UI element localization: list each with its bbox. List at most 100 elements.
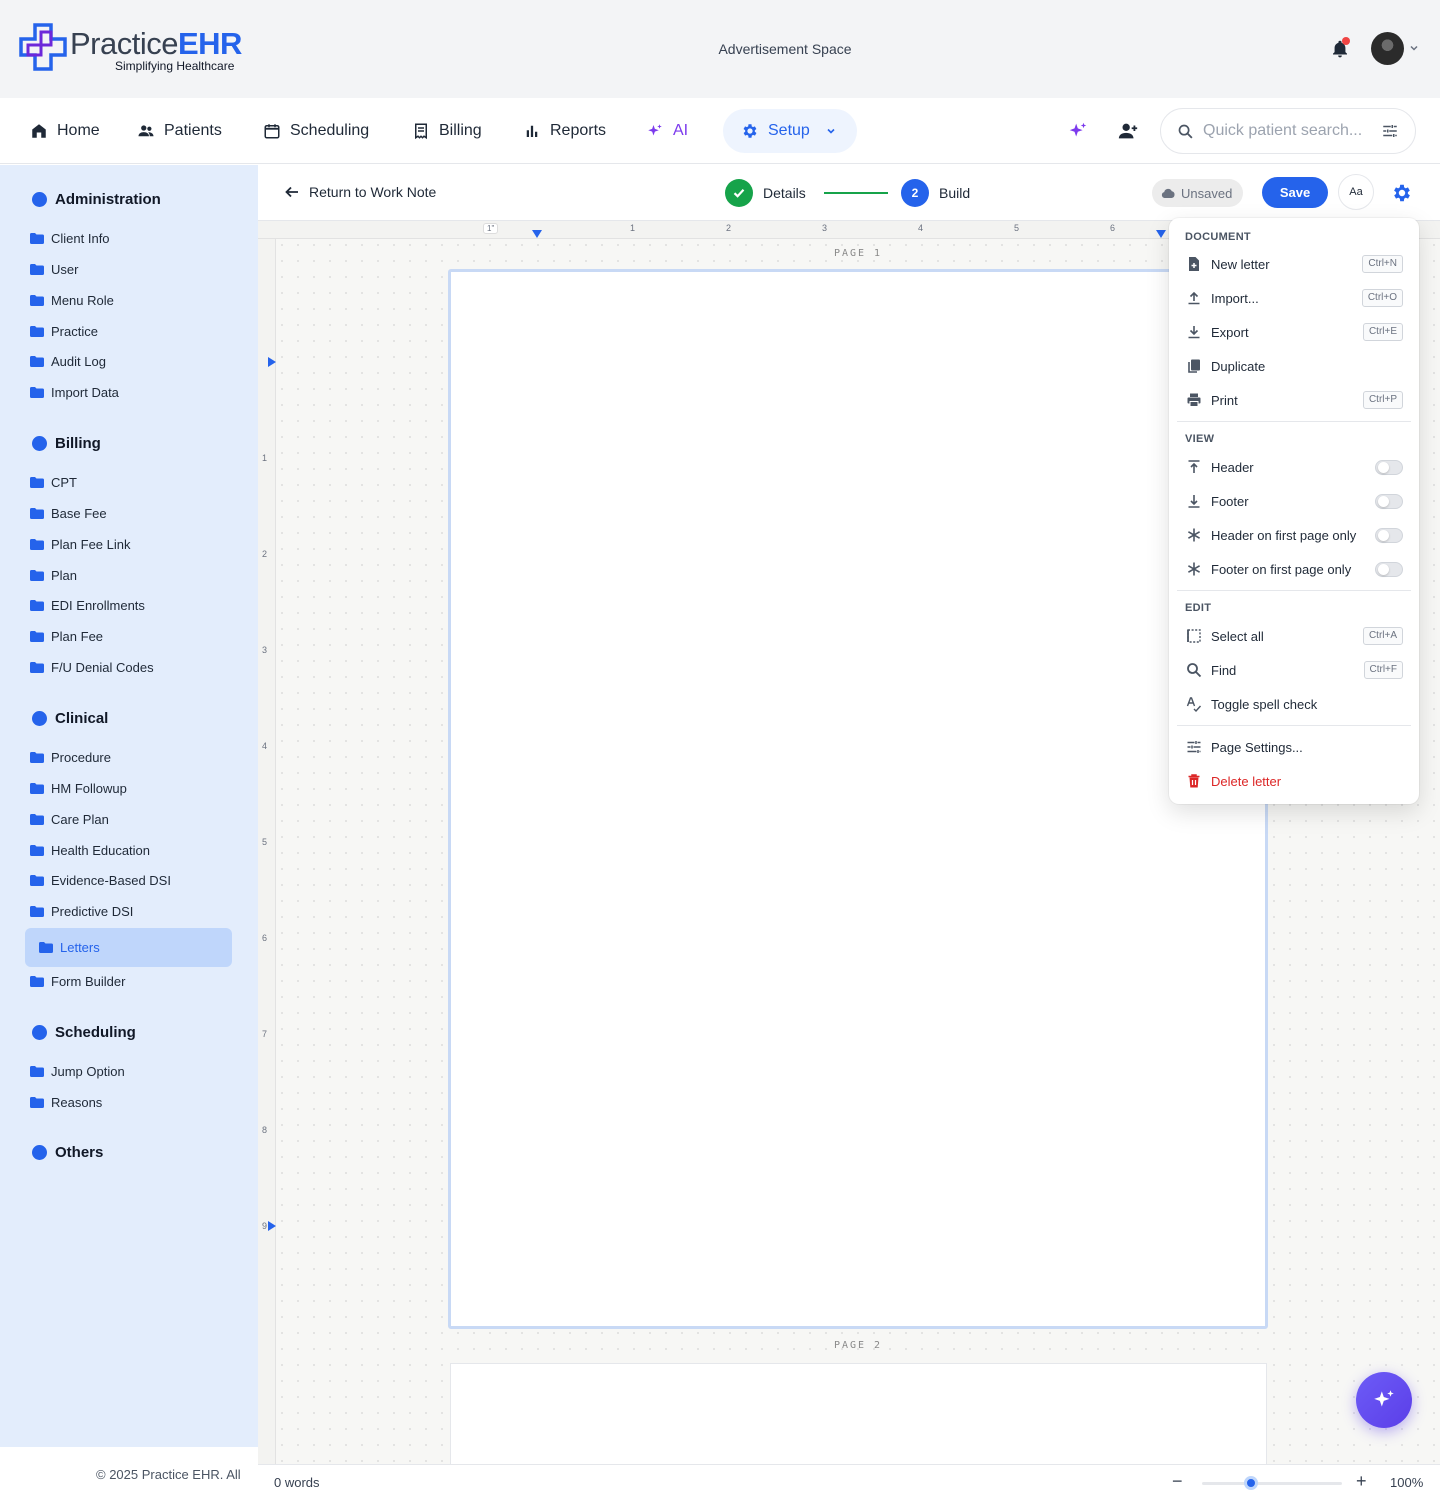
user-avatar[interactable]: [1371, 32, 1404, 65]
settings-gear-icon[interactable]: [1391, 182, 1413, 204]
align-bottom-icon: [1188, 495, 1200, 508]
editor-status-bar: 0 words − + 100%: [258, 1464, 1440, 1500]
sidebar-item-plan[interactable]: Plan: [30, 568, 77, 583]
vertical-ruler[interactable]: 1 2 3 4 5 6 7 8 9: [258, 239, 276, 1464]
menu-item-header-first-page[interactable]: Header on first page only: [1177, 520, 1411, 550]
sidebar-item-edi-enrollments[interactable]: EDI Enrollments: [30, 598, 145, 613]
step-build-label[interactable]: Build: [939, 185, 970, 201]
header-first-toggle-switch[interactable]: [1375, 527, 1403, 543]
search-input[interactable]: [1203, 119, 1373, 143]
sidebar-item-care-plan[interactable]: Care Plan: [30, 812, 109, 827]
sidebar-item-hm-followup[interactable]: HM Followup: [30, 781, 127, 796]
footer-first-toggle-switch[interactable]: [1375, 561, 1403, 577]
menu-item-import[interactable]: Import... Ctrl+O: [1177, 283, 1411, 313]
bottom-margin-marker-icon[interactable]: [268, 1221, 276, 1231]
section-clinical[interactable]: Clinical: [32, 710, 108, 727]
section-scheduling[interactable]: Scheduling: [32, 1024, 136, 1041]
folder-icon: [30, 233, 44, 244]
menu-item-export[interactable]: Export Ctrl+E: [1177, 317, 1411, 347]
folder-icon: [30, 906, 44, 917]
sidebar-item-health-education[interactable]: Health Education: [30, 843, 150, 858]
nav-setup[interactable]: Setup: [723, 109, 857, 153]
sidebar-item-import-data[interactable]: Import Data: [30, 385, 119, 400]
nav-billing[interactable]: Billing: [412, 98, 482, 164]
section-billing[interactable]: Billing: [32, 435, 101, 452]
letter-page-2[interactable]: [450, 1363, 1267, 1464]
section-administration[interactable]: Administration: [32, 191, 161, 208]
menu-item-page-settings[interactable]: Page Settings...: [1177, 732, 1411, 762]
save-button[interactable]: Save: [1262, 177, 1328, 208]
footer-toggle-switch[interactable]: [1375, 493, 1403, 509]
zoom-out-button[interactable]: −: [1172, 1471, 1183, 1492]
zoom-slider-thumb[interactable]: [1244, 1476, 1258, 1490]
sidebar-item-label: F/U Denial Codes: [51, 660, 154, 675]
sidebar-item-label: Letters: [60, 940, 100, 955]
word-count: 0 words: [274, 1475, 320, 1490]
nav-billing-label: Billing: [439, 122, 482, 139]
menu-item-select-all[interactable]: Select all Ctrl+A: [1177, 621, 1411, 651]
sidebar-item-predictive-dsi[interactable]: Predictive DSI: [30, 904, 133, 919]
sidebar-item-letters[interactable]: Letters: [25, 928, 232, 967]
step-details-label[interactable]: Details: [763, 185, 806, 201]
step-build-number[interactable]: 2: [901, 179, 929, 207]
sidebar-item-user[interactable]: User: [30, 262, 78, 277]
filter-sliders-icon[interactable]: [1381, 122, 1399, 140]
section-dot-icon: [32, 711, 47, 726]
sidebar-item-evidence-based-dsi[interactable]: Evidence-Based DSI: [30, 873, 171, 888]
ruler-tick-label: 4: [918, 223, 924, 233]
nav-scheduling-label: Scheduling: [290, 122, 370, 139]
bar-chart-icon: [526, 125, 538, 137]
sidebar-item-label: Plan Fee: [51, 629, 104, 644]
ai-sparkle-icon[interactable]: [1067, 120, 1089, 142]
chevron-down-icon[interactable]: [1408, 42, 1420, 54]
sidebar-item-plan-fee-link[interactable]: Plan Fee Link: [30, 537, 131, 552]
zoom-slider[interactable]: [1202, 1476, 1342, 1490]
copy-icon: [1188, 359, 1200, 373]
zoom-level: 100%: [1390, 1475, 1424, 1490]
sidebar-item-reasons[interactable]: Reasons: [30, 1095, 102, 1110]
menu-item-footer-first-page[interactable]: Footer on first page only: [1177, 554, 1411, 584]
header-toggle-switch[interactable]: [1375, 459, 1403, 475]
sidebar-item-procedure[interactable]: Procedure: [30, 750, 111, 765]
sidebar-item-fu-denial-codes[interactable]: F/U Denial Codes: [30, 660, 154, 675]
left-indent-marker-icon[interactable]: [532, 230, 542, 238]
right-indent-marker-icon[interactable]: [1156, 230, 1166, 238]
step-complete-icon[interactable]: [725, 179, 753, 207]
nav-home[interactable]: Home: [30, 98, 100, 164]
nav-ai-label: AI: [673, 122, 689, 139]
nav-scheduling[interactable]: Scheduling: [263, 98, 369, 164]
sidebar-item-plan-fee[interactable]: Plan Fee: [30, 629, 103, 644]
top-margin-marker-icon[interactable]: [268, 357, 276, 367]
sidebar-item-practice[interactable]: Practice: [30, 324, 98, 339]
section-others[interactable]: Others: [32, 1144, 103, 1161]
sidebar-item-base-fee[interactable]: Base Fee: [30, 506, 107, 521]
nav-patients[interactable]: Patients: [137, 98, 222, 164]
menu-item-print[interactable]: Print Ctrl+P: [1177, 385, 1411, 415]
zoom-in-button[interactable]: +: [1356, 1471, 1367, 1492]
sidebar-item-client-info[interactable]: Client Info: [30, 231, 110, 246]
menu-item-new-letter[interactable]: New letter Ctrl+N: [1177, 249, 1411, 279]
menu-item-duplicate[interactable]: Duplicate: [1177, 351, 1411, 381]
menu-item-footer-toggle[interactable]: Footer: [1177, 486, 1411, 516]
menu-item-find[interactable]: Find Ctrl+F: [1177, 655, 1411, 685]
nav-ai[interactable]: AI: [646, 98, 688, 164]
sidebar-item-label: HM Followup: [51, 781, 127, 796]
menu-item-delete-letter[interactable]: Delete letter: [1177, 766, 1411, 796]
letter-page-1[interactable]: [448, 269, 1268, 1329]
menu-item-header-toggle[interactable]: Header: [1177, 452, 1411, 482]
ai-assistant-button[interactable]: [1356, 1372, 1412, 1428]
font-style-button[interactable]: Aa: [1338, 174, 1374, 210]
sidebar-item-label: Audit Log: [51, 354, 106, 369]
return-to-work-note-link[interactable]: Return to Work Note: [284, 184, 436, 200]
ruler-tick-label: 3: [822, 223, 828, 233]
nav-reports[interactable]: Reports: [523, 98, 606, 164]
sidebar-item-audit-log[interactable]: Audit Log: [30, 354, 106, 369]
sidebar-item-cpt[interactable]: CPT: [30, 475, 77, 490]
sidebar-item-jump-option[interactable]: Jump Option: [30, 1064, 125, 1079]
add-patient-icon[interactable]: [1117, 120, 1139, 142]
upload-icon: [1188, 291, 1200, 305]
patients-icon: [138, 125, 154, 137]
menu-item-spell-check[interactable]: Toggle spell check: [1177, 689, 1411, 719]
sidebar-item-form-builder[interactable]: Form Builder: [30, 974, 125, 989]
sidebar-item-menu-role[interactable]: Menu Role: [30, 293, 114, 308]
